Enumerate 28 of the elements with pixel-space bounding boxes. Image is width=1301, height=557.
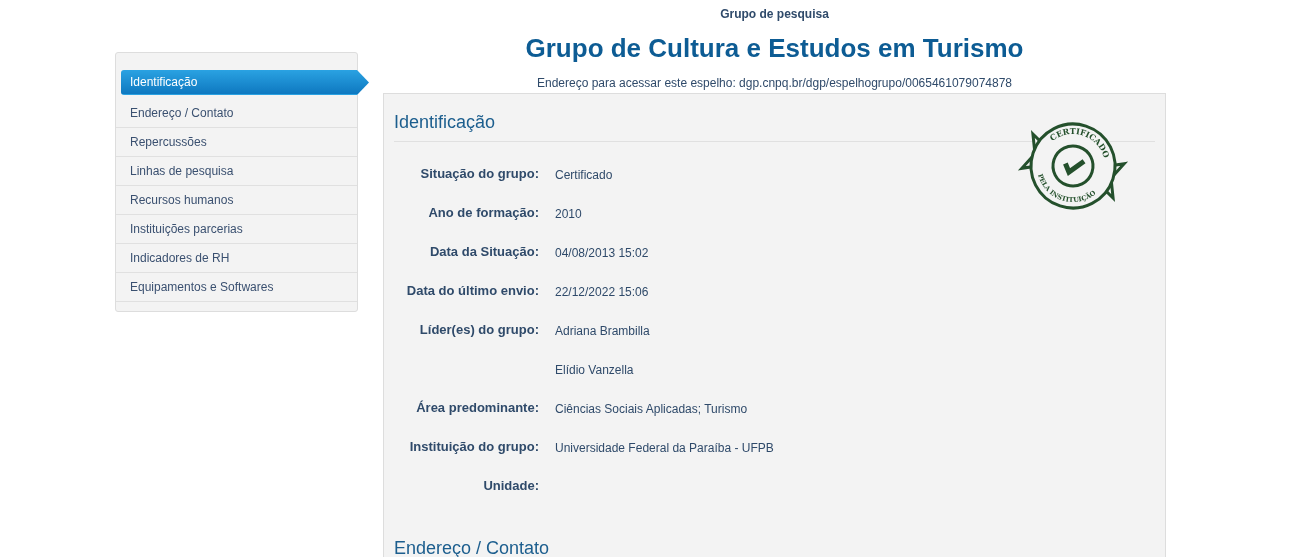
field-value: Elídio Vanzella xyxy=(555,362,634,377)
field-label: Data da Situação: xyxy=(428,244,539,260)
section-title: Endereço / Contato xyxy=(394,520,1155,557)
sidebar-item[interactable]: Recursos humanos xyxy=(116,186,357,215)
field-label: Data do último envio: xyxy=(405,283,539,299)
page-kicker: Grupo de pesquisa xyxy=(720,7,829,21)
field-label: Ano de formação: xyxy=(427,205,539,221)
field-label: Instituição do grupo: xyxy=(408,439,539,455)
field-value: 2010 xyxy=(555,206,582,221)
field-value: 04/08/2013 15:02 xyxy=(555,245,649,260)
sidebar-item[interactable]: Equipamentos e Softwares xyxy=(116,273,357,302)
sidebar-item[interactable]: Endereço / Contato xyxy=(116,99,357,128)
field-value: 22/12/2022 15:06 xyxy=(555,284,649,299)
field-value: Universidade Federal da Paraíba - UFPB xyxy=(555,440,774,455)
field-value: Ciências Sociais Aplicadas; Turismo xyxy=(555,401,748,416)
mirror-address: Endereço para acessar este espelho: dgp.cnpq.br/dgp/espelhogrupo/0065461079074878 xyxy=(536,76,1012,90)
sidebar-item[interactable]: Identificação xyxy=(121,70,369,95)
field-value: Certificado xyxy=(555,167,613,182)
page-title: Grupo de Cultura e Estudos em Turismo xyxy=(525,33,1024,64)
field-value: Adriana Brambilla xyxy=(555,323,650,338)
field-label: Unidade: xyxy=(482,478,539,494)
field-label: Situação do grupo: xyxy=(419,166,539,182)
sidebar-item[interactable]: Repercussões xyxy=(116,128,357,157)
sidebar-item[interactable]: Instituições parcerias xyxy=(116,215,357,244)
field-label: Área predominante: xyxy=(415,400,539,416)
sidebar-item[interactable]: Indicadores de RH xyxy=(116,244,357,273)
field-label: Líder(es) do grupo: xyxy=(418,322,539,339)
sidebar-item[interactable]: Linhas de pesquisa xyxy=(116,157,357,186)
